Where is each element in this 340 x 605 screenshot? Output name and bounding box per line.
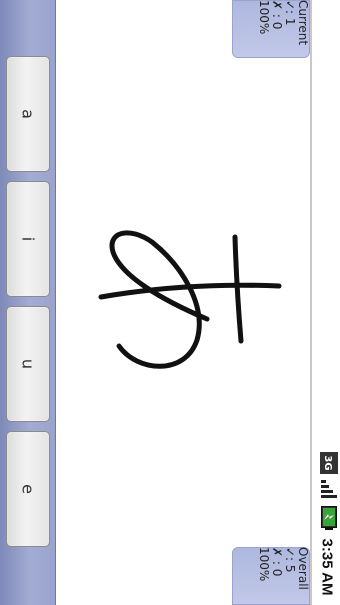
answer-button-label: u (18, 358, 38, 370)
overall-score-box: Overall ✓: 5 ✗ : 0 100% (232, 547, 310, 605)
answer-button-e[interactable]: e (6, 431, 50, 547)
drawing-canvas[interactable] (57, 0, 310, 605)
current-wrong-count: ✗ : 0 (270, 0, 284, 30)
current-score-title: Current (296, 0, 310, 46)
stroke-loop (109, 230, 210, 369)
answer-button-label: a (18, 109, 38, 119)
signal-strength-icon (316, 479, 338, 499)
network-3g-icon: 3G (316, 452, 338, 474)
overall-percent: 100% (257, 547, 271, 582)
answer-button-i[interactable]: i (6, 181, 50, 297)
battery-icon (317, 506, 337, 530)
answer-button-a[interactable]: a (6, 56, 50, 172)
overall-score-title: Overall (296, 547, 310, 590)
current-percent: 100% (257, 0, 271, 35)
current-score-box: Current ✓: 1 ✗ : 0 100% (232, 0, 310, 58)
answer-button-u[interactable]: u (6, 306, 50, 422)
overall-correct-count: ✓: 5 (283, 547, 297, 573)
handwriting-strokes (98, 230, 282, 369)
stroke-vertical (232, 234, 244, 344)
status-bar: 3G 3:35 AM (310, 0, 340, 605)
current-correct-count: ✓: 1 (283, 0, 297, 26)
overall-wrong-count: ✗ : 0 (270, 547, 284, 577)
answer-panel: a i u e (0, 0, 56, 605)
app-screen: a i u e Current ✓: 1 ✗ : 0 100% Overall … (0, 0, 340, 605)
answer-button-label: i (18, 236, 38, 242)
svg-text:3G: 3G (322, 455, 333, 470)
status-clock: 3:35 AM (318, 538, 336, 596)
answer-button-label: e (18, 484, 38, 494)
